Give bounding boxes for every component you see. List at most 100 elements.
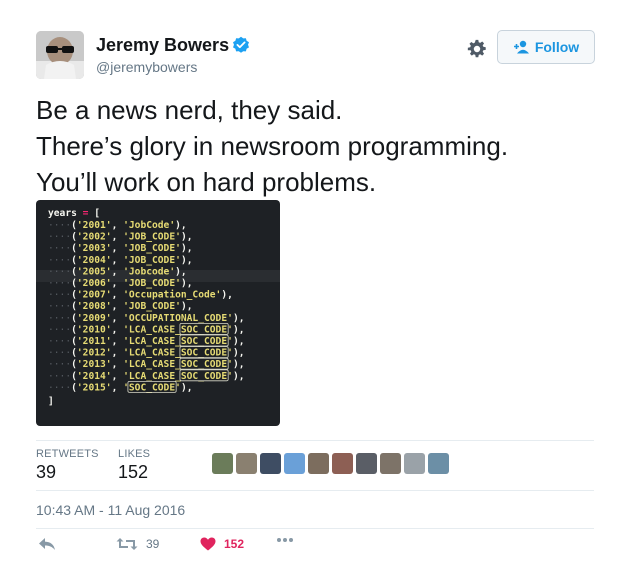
code-year: '2011' [77,336,112,347]
code-punct: , [112,266,118,277]
divider [36,490,594,491]
code-year: '2013' [77,359,112,370]
code-punct: [ [94,208,100,219]
code-punct: ), [233,348,245,359]
code-punct: , [112,336,118,347]
code-year: '2015' [77,382,112,393]
code-year: '2010' [77,324,112,335]
code-punct: , [112,232,118,243]
code-string: 'LCA_CASE_SOC_CODE' [123,371,233,382]
code-year: '2009' [77,313,112,324]
tweet-line: Be a news nerd, they said. [36,95,343,125]
liker-avatar[interactable] [428,453,449,474]
code-punct: , [112,220,118,231]
code-punct: , [112,382,118,393]
liker-avatar[interactable] [236,453,257,474]
like-count: 152 [224,537,245,551]
code-punct: , [112,255,118,266]
code-string: 'JOB_CODE' [123,232,181,243]
liker-avatar[interactable] [308,453,329,474]
code-punct: ), [181,382,193,393]
follow-button[interactable]: Follow [497,30,595,64]
user-name[interactable]: Jeremy Bowers [96,35,229,56]
code-punct: , [112,301,118,312]
code-string: 'LCA_CASE_SOC_CODE' [123,336,233,347]
code-year: '2002' [77,232,112,243]
tweet-line: You’ll work on hard problems. [36,167,377,197]
code-punct: , [112,371,118,382]
code-image: years = [····(('2001', 'JobCode'),····(('20… [36,208,280,407]
more-icon [277,538,293,542]
gear-icon[interactable] [466,38,488,60]
like-button[interactable]: 152 [200,537,244,551]
retweets-label[interactable]: RETWEETS [36,448,99,460]
retweets-count[interactable]: 39 [36,462,56,483]
add-user-icon [513,40,529,54]
code-string: 'JobCode' [123,220,175,231]
code-punct: ), [181,301,193,312]
code-string: 'JOB_CODE' [123,255,181,266]
code-year: '2001' [77,220,112,231]
likes-label[interactable]: LIKES [118,448,150,460]
retweet-button[interactable]: 39 [116,537,159,551]
code-punct: ] [48,396,54,407]
liker-avatar[interactable] [380,453,401,474]
code-year: '2012' [77,348,112,359]
code-string: 'OCCUPATIONAL_CODE' [123,313,233,324]
code-punct: ), [181,278,193,289]
follow-label: Follow [534,39,580,55]
code-keyword: years [48,208,77,219]
code-string: 'Jobcode' [123,266,175,277]
tweet-line: There’s glory in newsroom programming. [36,131,509,161]
retweet-count: 39 [146,537,160,551]
code-string: 'JOB_CODE' [123,278,181,289]
code-punct: ), [181,243,193,254]
code-punct: , [112,290,118,301]
code-string: 'Occupation_Code' [123,289,221,301]
liker-avatar[interactable] [356,453,377,474]
code-punct: ), [175,220,187,231]
code-string: 'SOC_CODE' [123,382,181,393]
code-punct: ), [181,255,193,266]
code-punct: ), [233,371,245,382]
liker-avatar[interactable] [284,453,305,474]
code-year: '2007' [77,290,112,301]
code-punct: ), [233,359,245,370]
retweet-icon [116,538,138,550]
code-string: 'JOB_CODE' [123,243,181,254]
code-punct: , [112,278,118,289]
tweet-media-code-screenshot[interactable]: years =[····(('2001', 'JobCode'), ····(('20… [36,200,280,426]
code-punct: ), [233,324,245,335]
divider [36,528,594,529]
tweet-timestamp[interactable]: 10:43 AM - 11 Aug 2016 [36,502,185,518]
code-year: '2005' [77,266,112,277]
verified-badge-icon [233,36,249,53]
liker-avatar[interactable] [212,453,233,474]
liker-avatars [212,453,449,475]
code-year: '2008' [77,301,112,312]
likes-count[interactable]: 152 [118,462,148,483]
code-year: '2014' [77,371,112,382]
user-handle[interactable]: @jeremybowers [96,59,197,75]
code-punct: ), [181,232,193,243]
heart-icon [200,537,216,551]
code-string: 'LCA_CASE_SOC_CODE' [123,324,233,335]
reply-icon [39,538,55,550]
avatar[interactable] [36,31,84,79]
code-string: 'JOB_CODE' [123,301,181,312]
code-punct: , [112,243,118,254]
divider [36,440,594,441]
reply-button[interactable] [38,537,56,551]
code-year: '2004' [77,255,112,266]
code-operator: = [83,208,89,219]
code-punct: , [112,324,118,335]
liker-avatar[interactable] [332,453,353,474]
code-punct: ), [233,313,245,324]
code-year: '2003' [77,243,112,254]
code-string: 'LCA_CASE_SOC_CODE' [123,359,233,370]
tweet-text: Be a news nerd, they said. There’s glory… [36,92,596,200]
more-button[interactable] [276,537,294,543]
liker-avatar[interactable] [260,453,281,474]
code-punct: ), [233,336,245,347]
liker-avatar[interactable] [404,453,425,474]
